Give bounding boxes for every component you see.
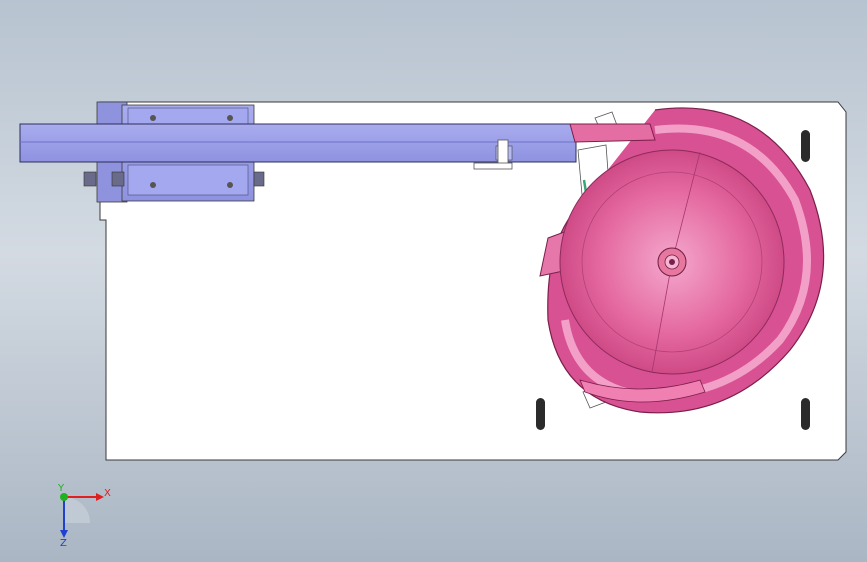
axis-label-x: X <box>104 488 111 499</box>
cad-viewport[interactable]: X Y Z <box>0 0 867 562</box>
bolt <box>83 171 97 187</box>
coordinate-triad-icon: X Y Z <box>57 483 111 549</box>
feed-rail[interactable] <box>19 123 577 163</box>
mounting-slot <box>536 398 545 430</box>
bolt <box>253 171 265 187</box>
bolt <box>111 171 125 187</box>
axis-label-y: Y <box>57 483 65 494</box>
axis-label-z: Z <box>60 538 67 549</box>
mounting-slot <box>801 398 810 430</box>
mounting-slot <box>801 130 810 162</box>
